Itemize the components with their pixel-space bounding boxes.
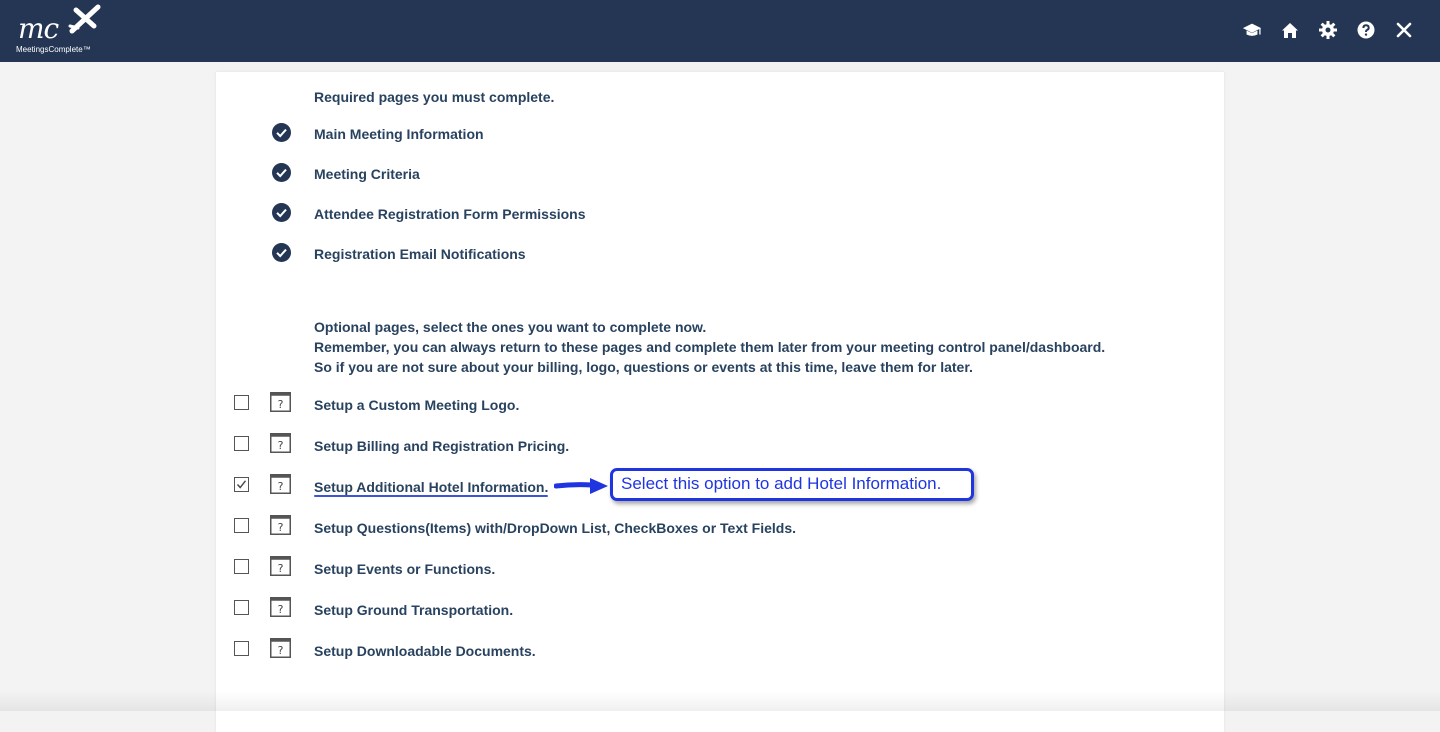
logo-text: mc [18, 12, 59, 45]
svg-text:?: ? [278, 644, 284, 657]
svg-text:?: ? [278, 480, 284, 493]
svg-text:?: ? [278, 603, 284, 616]
help-window-icon[interactable]: ? [270, 433, 291, 453]
check-circle-icon [272, 243, 291, 262]
svg-text:?: ? [278, 562, 284, 575]
svg-text:?: ? [278, 439, 284, 452]
help-window-icon[interactable]: ? [270, 474, 291, 494]
checkbox-events-functions[interactable] [234, 559, 249, 574]
checkbox-downloadable-documents[interactable] [234, 641, 249, 656]
gear-icon[interactable] [1318, 20, 1338, 40]
required-item-meeting-criteria[interactable]: Meeting Criteria [314, 166, 420, 182]
optional-intro-line1: Optional pages, select the ones you want… [314, 319, 707, 335]
optional-item-events-functions[interactable]: Setup Events or Functions. [314, 561, 495, 577]
annotation-arrow-icon [554, 478, 608, 494]
required-item-registration-email-notifications[interactable]: Registration Email Notifications [314, 246, 526, 262]
checkbox-questions-items[interactable] [234, 518, 249, 533]
annotation-underline [314, 495, 548, 497]
toolbar-icons [1242, 20, 1414, 40]
svg-text:?: ? [278, 521, 284, 534]
optional-item-questions-items[interactable]: Setup Questions(Items) with/DropDown Lis… [314, 520, 796, 536]
checkmark-icon [236, 480, 247, 489]
required-item-main-meeting-information[interactable]: Main Meeting Information [314, 126, 484, 142]
check-circle-icon [272, 163, 291, 182]
logo-subtext: MeetingsComplete™ [16, 45, 91, 54]
svg-text:?: ? [278, 398, 284, 411]
optional-item-ground-transportation[interactable]: Setup Ground Transportation. [314, 602, 513, 618]
required-heading: Required pages you must complete. [314, 89, 555, 105]
checkbox-ground-transportation[interactable] [234, 600, 249, 615]
graduation-cap-icon[interactable] [1242, 20, 1262, 40]
required-item-attendee-registration-form-permissions[interactable]: Attendee Registration Form Permissions [314, 206, 586, 222]
checkbox-custom-meeting-logo[interactable] [234, 395, 249, 410]
annotation-callout: Select this option to add Hotel Informat… [610, 468, 974, 501]
optional-item-custom-meeting-logo[interactable]: Setup a Custom Meeting Logo. [314, 397, 519, 413]
optional-item-downloadable-documents[interactable]: Setup Downloadable Documents. [314, 643, 536, 659]
help-window-icon[interactable]: ? [270, 597, 291, 617]
check-circle-icon [272, 123, 291, 142]
help-window-icon[interactable]: ? [270, 556, 291, 576]
optional-item-billing-registration-pricing[interactable]: Setup Billing and Registration Pricing. [314, 438, 569, 454]
checkbox-billing-registration-pricing[interactable] [234, 436, 249, 451]
checkbox-additional-hotel-information[interactable] [234, 477, 249, 492]
bottom-shade [0, 691, 1440, 711]
top-bar: mc MeetingsComplete™ [0, 0, 1440, 62]
optional-item-additional-hotel-information[interactable]: Setup Additional Hotel Information. [314, 479, 548, 495]
close-icon[interactable] [1394, 20, 1414, 40]
help-window-icon[interactable]: ? [270, 515, 291, 535]
optional-intro-line2: Remember, you can always return to these… [314, 339, 1106, 355]
check-circle-icon [272, 203, 291, 222]
airplane-icon [68, 4, 101, 34]
optional-intro-line3: So if you are not sure about your billin… [314, 359, 973, 375]
meetingscomplete-logo[interactable]: mc MeetingsComplete™ [16, 4, 106, 58]
setup-card: Required pages you must complete. Main M… [216, 72, 1224, 732]
help-icon[interactable] [1356, 20, 1376, 40]
help-window-icon[interactable]: ? [270, 638, 291, 658]
home-icon[interactable] [1280, 20, 1300, 40]
help-window-icon[interactable]: ? [270, 392, 291, 412]
